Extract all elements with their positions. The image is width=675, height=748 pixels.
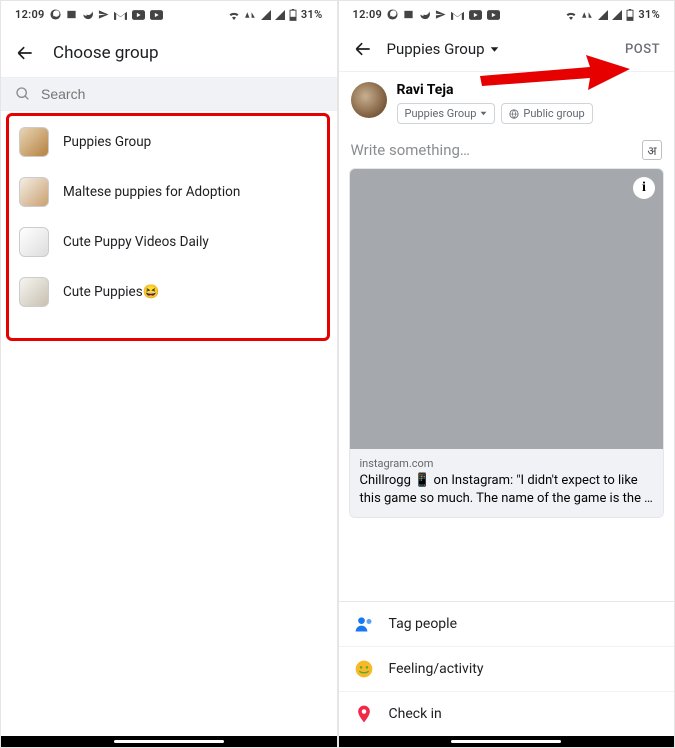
option-label: Feeling/activity — [389, 661, 484, 677]
back-icon[interactable] — [353, 39, 373, 59]
signal1-icon — [261, 10, 271, 20]
search-bar[interactable] — [1, 77, 337, 111]
signal2-icon — [612, 10, 622, 20]
list-item[interactable]: Puppies Group — [5, 117, 333, 167]
list-item[interactable]: Cute Puppy Videos Daily — [5, 217, 333, 267]
option-label: Check in — [389, 706, 442, 722]
tag-people-icon — [353, 614, 375, 634]
author-name: Ravi Teja — [397, 82, 593, 98]
chip-privacy[interactable]: Public group — [501, 103, 592, 124]
status-bar: 12:09 31% — [1, 1, 337, 25]
group-selector[interactable]: Puppies Group — [387, 40, 499, 58]
clock: 12:09 — [353, 8, 383, 21]
whatsapp-icon — [50, 9, 61, 20]
battery-pct: 31% — [638, 8, 660, 21]
battery-pct: 31% — [301, 8, 323, 21]
option-tag-people[interactable]: Tag people — [339, 602, 675, 647]
group-label: Puppies Group — [63, 134, 151, 150]
option-label: Tag people — [389, 616, 458, 632]
group-avatar — [19, 177, 49, 207]
search-input[interactable] — [41, 86, 323, 102]
battery-icon — [626, 9, 634, 21]
wifi-icon — [228, 10, 240, 20]
globe-icon — [509, 109, 519, 119]
checkin-icon — [353, 704, 375, 724]
signal2-icon — [275, 10, 285, 20]
twitter-icon — [419, 9, 430, 20]
chip-privacy-label: Public group — [523, 107, 584, 120]
option-feeling[interactable]: Feeling/activity — [339, 647, 675, 692]
youtube-icon2 — [150, 10, 163, 20]
image-icon — [66, 9, 77, 20]
youtube-icon2 — [487, 10, 500, 20]
gmail-icon — [114, 10, 127, 20]
list-item[interactable]: Maltese puppies for Adoption — [5, 167, 333, 217]
youtube-icon1 — [132, 10, 145, 20]
group-label: Cute Puppy Videos Daily — [63, 234, 209, 250]
phone-right: 12:09 31% Puppies Group — [338, 0, 675, 748]
post-button[interactable]: POST — [625, 42, 660, 57]
search-icon — [15, 86, 31, 102]
clock: 12:09 — [15, 8, 45, 21]
option-checkin[interactable]: Check in — [339, 692, 675, 736]
composer-options: Tag people Feeling/activity Check in — [339, 601, 675, 736]
preview-source: instagram.com — [360, 457, 654, 470]
group-label: Maltese puppies for Adoption — [63, 184, 240, 200]
chip-group-label: Puppies Group — [405, 107, 477, 120]
group-avatar — [19, 227, 49, 257]
send-icon — [435, 9, 446, 20]
composer-input-row[interactable]: Write something… अ — [339, 130, 675, 168]
preview-image: i — [350, 169, 664, 449]
list-item[interactable]: Cute Puppies😆 — [5, 267, 333, 317]
selected-group-label: Puppies Group — [387, 40, 485, 58]
send-icon — [98, 9, 109, 20]
wifi-icon — [565, 10, 577, 20]
group-list: Puppies Group Maltese puppies for Adopti… — [1, 111, 337, 323]
group-label: Cute Puppies😆 — [63, 284, 160, 300]
nav-bar — [1, 736, 337, 747]
youtube-icon1 — [469, 10, 482, 20]
composer-header: Ravi Teja Puppies Group Public group — [339, 72, 675, 130]
link-preview[interactable]: i instagram.com Chillrogg 📱 on Instagram… — [349, 168, 665, 518]
right-titlebar: Puppies Group POST — [339, 25, 675, 72]
avatar[interactable] — [351, 82, 387, 118]
gmail-icon — [451, 10, 464, 20]
left-titlebar: Choose group — [1, 25, 337, 77]
composer-placeholder: Write something… — [351, 141, 470, 159]
language-toggle[interactable]: अ — [642, 140, 662, 160]
whatsapp-icon — [387, 9, 398, 20]
phone-left: 12:09 31% Choose group — [0, 0, 338, 748]
signal1-icon — [598, 10, 608, 20]
page-title: Choose group — [53, 43, 159, 63]
feeling-icon — [353, 659, 375, 679]
battery-icon — [289, 9, 297, 21]
image-icon — [403, 9, 414, 20]
info-icon[interactable]: i — [633, 177, 655, 199]
back-icon[interactable] — [15, 43, 35, 63]
caret-down-icon — [480, 110, 487, 117]
status-bar: 12:09 31% — [339, 1, 675, 25]
preview-text: Chillrogg 📱 on Instagram: "I didn't expe… — [360, 472, 654, 507]
group-avatar — [19, 277, 49, 307]
volte-icon — [581, 10, 594, 20]
caret-down-icon — [490, 45, 499, 54]
chip-group[interactable]: Puppies Group — [397, 103, 496, 124]
group-avatar — [19, 127, 49, 157]
twitter-icon — [82, 9, 93, 20]
nav-bar — [339, 736, 675, 747]
volte-icon — [244, 10, 257, 20]
